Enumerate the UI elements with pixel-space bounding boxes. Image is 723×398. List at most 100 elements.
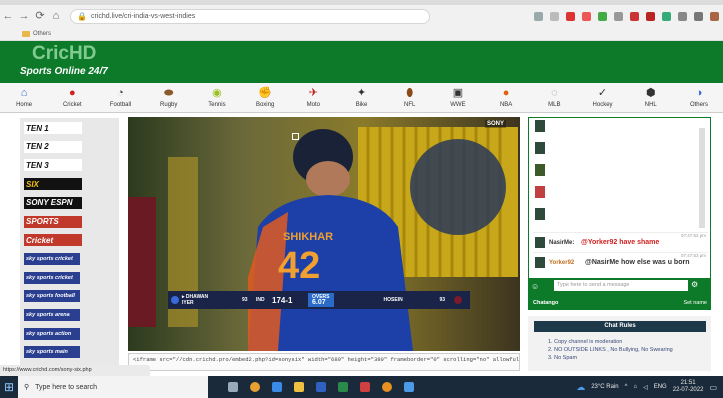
channel-link[interactable]: SONY ESPN — [24, 196, 82, 209]
video-player[interactable]: SHIKHAR 42 SONY ▸ DHAWAN IYER 93 IND 174… — [128, 117, 520, 351]
extension-icon[interactable] — [630, 11, 639, 21]
address-bar[interactable]: 🔒 crichd.live/cri-india-vs-west-indies — [70, 8, 430, 24]
share-icon[interactable] — [534, 11, 543, 21]
forward-icon[interactable]: → — [16, 5, 32, 27]
score-bar: ▸ DHAWAN IYER 93 IND 174-1 OVERS 6.07 HO… — [168, 291, 470, 309]
nav-item-others[interactable]: ◑ Others — [675, 83, 723, 112]
channel-link[interactable]: TEN 3 — [24, 159, 82, 172]
weather-icon[interactable]: ☁ — [576, 382, 585, 393]
chat-message: 07:47:53 pm Yorker92 @NasirMe how else was… — [533, 252, 708, 272]
nav-item-home[interactable]: ⌂ Home — [0, 83, 48, 112]
reload-icon[interactable]: ⟳ — [32, 5, 48, 27]
chat-rule-item: 1. Copy channel is moderation — [548, 339, 623, 345]
language-indicator[interactable]: ENG — [654, 384, 667, 390]
extension-icon[interactable] — [614, 11, 623, 21]
chat-rules-panel: Chat Rules 1. Copy channel is moderation… — [528, 316, 711, 371]
nav-item-label: Boxing — [255, 102, 275, 108]
extensions-bar — [534, 5, 719, 27]
nav-item-hockey[interactable]: ✓ Hockey — [578, 83, 626, 112]
chatango-brand[interactable]: Chatango — [533, 300, 558, 306]
nav-item-nhl[interactable]: ⬢ NHL — [627, 83, 675, 112]
smiley-icon[interactable]: ☺ — [531, 282, 539, 291]
bowler-name: HOSEIN — [383, 297, 403, 303]
chrome-icon[interactable] — [382, 382, 392, 392]
nav-item-boxing[interactable]: ✊ Boxing — [241, 83, 289, 112]
extension-icon[interactable] — [582, 11, 591, 21]
volume-icon[interactable]: ◁ — [643, 384, 648, 391]
extension-icon[interactable] — [646, 11, 655, 21]
extension-icon[interactable] — [598, 11, 607, 21]
site-logo[interactable]: CricHD — [32, 43, 96, 65]
channel-link[interactable]: SIX — [24, 178, 82, 191]
team-score: 174-1 — [272, 295, 293, 305]
app-icon[interactable] — [360, 382, 370, 392]
channel-link[interactable]: sky sports main — [24, 346, 80, 359]
nav-item-tennis[interactable]: ◉ Tennis — [193, 83, 241, 112]
rugby-icon: ⬬ — [164, 87, 174, 99]
channel-link[interactable]: sky sports cricket — [24, 271, 80, 284]
clock-date: 22-07-2022 — [672, 387, 704, 393]
channel-link[interactable]: Cricket — [24, 234, 82, 247]
extension-icon[interactable] — [566, 11, 575, 21]
tray-chevron-icon[interactable]: ^ — [625, 384, 628, 390]
nav-item-football[interactable]: ◔ Football — [96, 83, 144, 112]
weather-text[interactable]: 23°C Rain — [591, 384, 618, 390]
chat-username[interactable]: NasirMe: — [549, 240, 574, 246]
batter-2: IYER — [182, 300, 194, 306]
chrome-icon[interactable] — [250, 382, 260, 392]
nav-item-mlb[interactable]: ◌ MLB — [530, 83, 578, 112]
nav-item-moto[interactable]: ✈ Moto — [289, 83, 337, 112]
bookmarks-bar: Others — [0, 27, 723, 41]
chat-avatar — [535, 164, 545, 176]
bookmark-star-icon[interactable] — [550, 11, 559, 21]
profile-avatar-icon[interactable] — [710, 11, 719, 21]
app-icon[interactable] — [404, 382, 414, 392]
expand-icon[interactable] — [292, 133, 299, 140]
folder-icon — [22, 30, 30, 37]
chat-message-input[interactable]: Type here to send a message — [554, 280, 688, 291]
channel-list: TEN 1 TEN 2 TEN 3 SIX SONY ESPN SPORTS Cricket… — [20, 118, 119, 368]
settings-icon[interactable]: ⚙ — [691, 280, 698, 289]
channel-link[interactable]: TEN 1 — [24, 122, 82, 134]
channel-link[interactable]: sky sports cricket — [24, 252, 80, 265]
embed-code-box[interactable]: <iframe src="//cdn.crichd.pro/embed2.php… — [128, 353, 520, 371]
wwe-icon: ▣ — [452, 87, 464, 99]
bookmark-folder-others[interactable]: Others — [33, 31, 51, 37]
clock[interactable]: 21:51 22-07-2022 — [673, 380, 704, 394]
chat-avatar — [535, 257, 545, 268]
file-explorer-icon[interactable] — [294, 382, 304, 392]
browser-toolbar: ← → ⟳ ⌂ 🔒 crichd.live/cri-india-vs-west-… — [0, 5, 723, 27]
network-icon[interactable]: ⌂ — [633, 384, 637, 390]
nav-item-wwe[interactable]: ▣ WWE — [434, 83, 482, 112]
nav-item-rugby[interactable]: ⬬ Rugby — [145, 83, 193, 112]
taskbar-search[interactable]: ⚲ Type here to search — [18, 376, 208, 398]
moto-icon: ✈ — [308, 87, 318, 99]
notifications-icon[interactable]: ▭ — [709, 383, 717, 392]
store-icon[interactable] — [316, 382, 326, 392]
chat-scrollbar[interactable] — [699, 128, 705, 228]
task-view-icon[interactable] — [228, 382, 238, 392]
app-icon[interactable] — [338, 382, 348, 392]
channel-link[interactable]: sky sports action — [24, 327, 80, 340]
nav-item-nfl[interactable]: ⬮ NFL — [386, 83, 434, 112]
chat-avatar — [535, 237, 545, 248]
home-browser-icon[interactable]: ⌂ — [48, 5, 64, 27]
extension-icon[interactable] — [662, 11, 671, 21]
puzzle-icon[interactable] — [694, 11, 703, 21]
extension-icon[interactable] — [678, 11, 687, 21]
channel-link[interactable]: TEN 2 — [24, 140, 82, 153]
channel-link[interactable]: sky sports arena — [24, 309, 80, 321]
nav-item-nba[interactable]: ● NBA — [482, 83, 530, 112]
nav-item-label: Others — [689, 102, 708, 108]
nav-item-bike[interactable]: ✦ Bike — [337, 83, 385, 112]
windows-start-icon[interactable]: ⊞ — [0, 376, 18, 398]
team-name: IND — [256, 297, 265, 303]
set-name-link[interactable]: Set name — [683, 300, 707, 306]
nav-item-cricket[interactable]: ● Cricket — [48, 83, 96, 112]
channel-link[interactable]: SPORTS — [24, 215, 82, 228]
back-icon[interactable]: ← — [0, 5, 16, 27]
edge-icon[interactable] — [272, 382, 282, 392]
site-tagline: Sports Online 24/7 — [20, 66, 108, 77]
chat-username[interactable]: Yorker92 — [549, 260, 574, 266]
channel-link[interactable]: sky sports football — [24, 290, 80, 303]
